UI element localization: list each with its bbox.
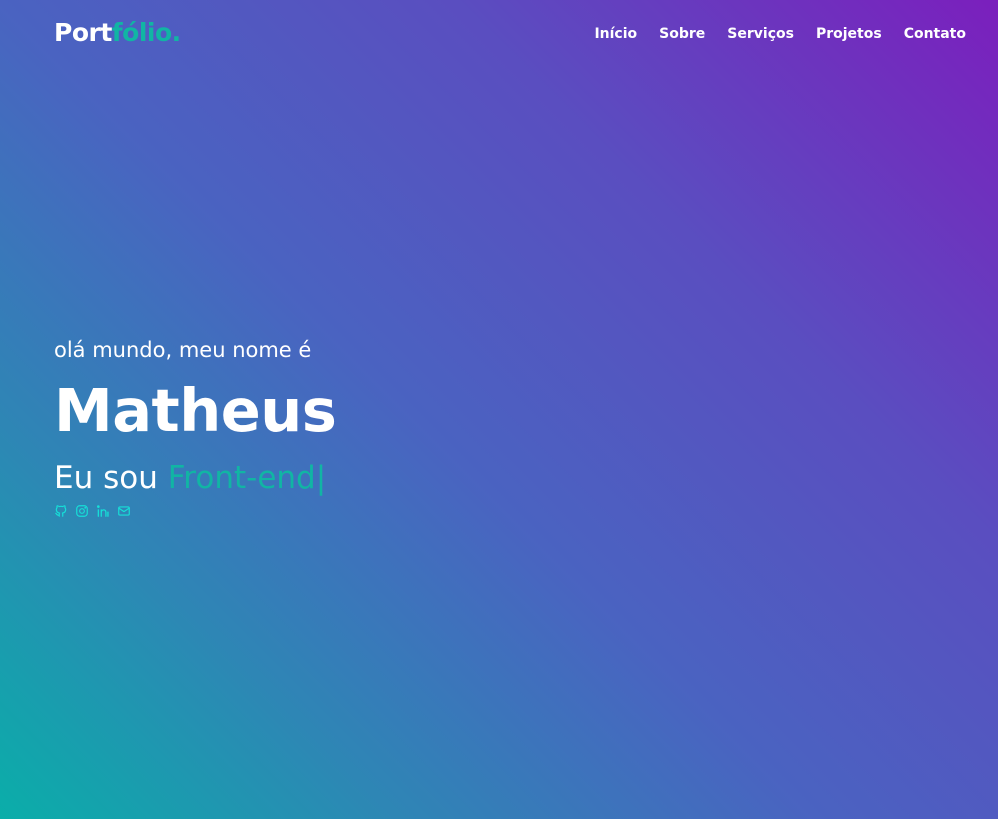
logo-text-accent: fólio. [111, 18, 181, 47]
mail-icon [118, 506, 130, 516]
linkedin-icon [96, 505, 109, 517]
main-nav: Início Sobre Serviços Projetos Contato [594, 26, 966, 42]
hero-section: olá mundo, meu nome é Matheus Eu sou Fro… [54, 334, 654, 518]
github-icon [55, 505, 67, 517]
mail-link[interactable] [117, 504, 131, 518]
site-header: Portfólio. Início Sobre Serviços Projeto… [0, 0, 998, 70]
nav-link-inicio[interactable]: Início [594, 26, 637, 42]
linkedin-link[interactable] [96, 504, 110, 518]
hero-greeting: olá mundo, meu nome é [54, 338, 312, 362]
instagram-icon [76, 505, 88, 517]
nav-link-contato[interactable]: Contato [904, 26, 966, 42]
nav-link-projetos[interactable]: Projetos [816, 26, 882, 42]
role-prefix: Eu sou [54, 460, 158, 496]
role-typed-text: Front-end [167, 460, 316, 496]
social-links [54, 504, 654, 518]
hero-role: Eu sou Front-end| [54, 458, 654, 498]
logo-text-primary: Port [54, 18, 112, 47]
nav-link-servicos[interactable]: Serviços [727, 26, 794, 42]
hero-name: Matheus [54, 376, 337, 445]
github-link[interactable] [54, 504, 68, 518]
nav-link-sobre[interactable]: Sobre [659, 26, 705, 42]
typing-cursor: | [315, 460, 327, 496]
site-logo[interactable]: Portfólio. [54, 18, 181, 47]
instagram-link[interactable] [75, 504, 89, 518]
